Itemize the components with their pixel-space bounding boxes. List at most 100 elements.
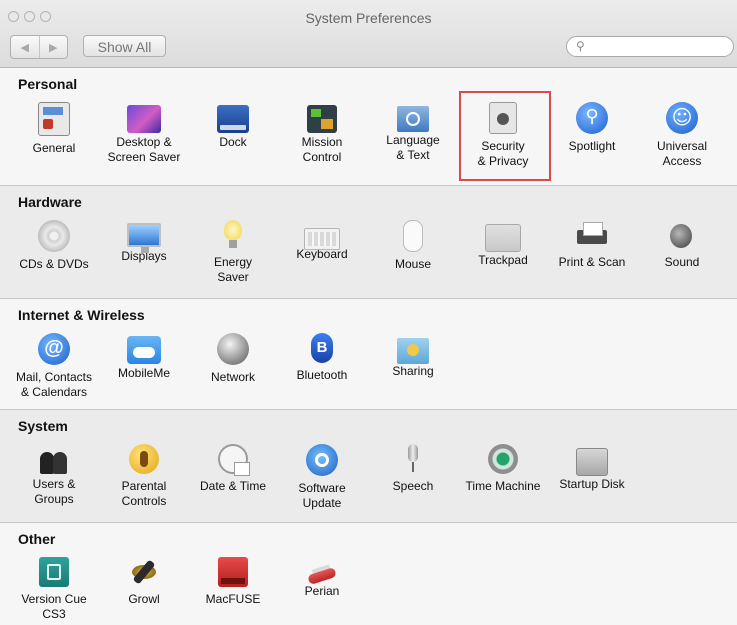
back-button[interactable]: ◀ xyxy=(11,36,39,58)
section-internet-wireless: Internet & Wireless Mail, Contacts & Cal… xyxy=(0,299,737,410)
pref-general[interactable]: General xyxy=(9,102,99,156)
dock-icon xyxy=(217,105,249,133)
mission-control-icon xyxy=(307,105,337,133)
pref-desktop-screen-saver[interactable]: Desktop & Screen Saver xyxy=(99,102,189,165)
pref-perian[interactable]: Perian xyxy=(277,557,367,599)
pref-label: Dock xyxy=(219,135,247,149)
pref-users-groups[interactable]: Users & Groups xyxy=(9,444,99,507)
pref-label: MacFUSE xyxy=(205,592,261,606)
bluetooth-icon xyxy=(311,333,333,363)
pref-label: General xyxy=(32,141,76,155)
pref-label: Version Cue CS3 xyxy=(21,592,87,621)
section-personal: Personal General Desktop & Screen Saver … xyxy=(0,68,737,186)
toolbar: System Preferences ◀ ▶ Show All ⚲ xyxy=(0,0,737,68)
pref-bluetooth[interactable]: Bluetooth xyxy=(277,333,367,383)
sharing-icon xyxy=(397,338,429,364)
pref-label: Network xyxy=(210,370,255,384)
pref-startup-disk[interactable]: Startup Disk xyxy=(547,444,637,492)
mobileme-icon xyxy=(127,336,161,364)
trackpad-icon xyxy=(485,224,521,252)
pref-mission-control[interactable]: Mission Control xyxy=(277,102,367,165)
pref-spotlight[interactable]: Spotlight xyxy=(547,102,637,154)
pref-label: Speech xyxy=(392,479,434,493)
pref-label: CDs & DVDs xyxy=(19,257,89,271)
pref-label: Mail, Contacts & Calendars xyxy=(15,370,93,399)
general-icon xyxy=(38,102,70,136)
pref-label: Sharing xyxy=(392,364,434,378)
section-title: Other xyxy=(18,531,56,547)
pref-print-scan[interactable]: Print & Scan xyxy=(547,220,637,270)
section-title: System xyxy=(18,418,68,434)
desktop-screensaver-icon xyxy=(127,105,161,133)
spotlight-icon xyxy=(576,102,608,134)
section-system: System Users & Groups Parental Controls … xyxy=(0,410,737,523)
network-icon xyxy=(217,333,249,365)
pref-label: MobileMe xyxy=(117,366,171,380)
pref-mail-contacts-calendars[interactable]: Mail, Contacts & Calendars xyxy=(9,333,99,400)
pref-label: Desktop & Screen Saver xyxy=(107,135,181,164)
pref-time-machine[interactable]: Time Machine xyxy=(458,444,548,494)
perian-icon xyxy=(306,565,338,587)
pref-label: Energy Saver xyxy=(213,255,253,284)
growl-icon xyxy=(128,557,160,587)
pref-label: Sound xyxy=(664,255,700,269)
pref-universal-access[interactable]: Universal Access xyxy=(637,102,727,169)
show-all-button[interactable]: Show All xyxy=(83,35,166,57)
pref-sound[interactable]: Sound xyxy=(637,220,727,270)
macfuse-icon xyxy=(218,557,248,587)
pref-label: Users & Groups xyxy=(32,477,76,506)
system-preferences-window: System Preferences ◀ ▶ Show All ⚲ Person… xyxy=(0,0,737,625)
pref-macfuse[interactable]: MacFUSE xyxy=(188,557,278,607)
mouse-icon xyxy=(403,220,423,252)
pref-label: Trackpad xyxy=(478,253,528,267)
pref-date-time[interactable]: Date & Time xyxy=(188,444,278,494)
pref-keyboard[interactable]: Keyboard xyxy=(277,220,367,262)
pref-sharing[interactable]: Sharing xyxy=(368,333,458,379)
cd-dvd-icon xyxy=(38,220,70,252)
pref-label: Startup Disk xyxy=(559,477,625,491)
language-text-icon xyxy=(397,106,429,132)
pref-energy-saver[interactable]: Energy Saver xyxy=(188,220,278,285)
pref-parental-controls[interactable]: Parental Controls xyxy=(99,444,189,509)
security-privacy-icon xyxy=(489,102,517,134)
pref-cds-dvds[interactable]: CDs & DVDs xyxy=(9,220,99,272)
section-title: Hardware xyxy=(18,194,82,210)
window-title: System Preferences xyxy=(305,10,432,26)
forward-button[interactable]: ▶ xyxy=(38,36,68,58)
pref-label: Spotlight xyxy=(568,139,616,153)
microphone-icon xyxy=(406,444,420,474)
pref-mouse[interactable]: Mouse xyxy=(368,220,458,272)
pref-speech[interactable]: Speech xyxy=(368,444,458,494)
printer-icon xyxy=(577,220,607,250)
pref-label: Print & Scan xyxy=(558,255,626,269)
section-other: Other Version Cue CS3 Growl MacFUSE Peri… xyxy=(0,523,737,625)
pref-label: Mouse xyxy=(394,257,432,271)
pref-language-text[interactable]: Language & Text xyxy=(368,102,458,163)
pref-software-update[interactable]: Software Update xyxy=(277,444,367,511)
pref-label: Security & Privacy xyxy=(477,139,529,168)
mail-contacts-icon xyxy=(38,333,70,365)
search-input[interactable]: ⚲ xyxy=(566,36,734,57)
pref-label: Date & Time xyxy=(199,479,267,493)
displays-icon xyxy=(127,223,161,253)
pref-label: Language & Text xyxy=(386,133,440,162)
parental-controls-icon xyxy=(129,444,159,474)
pref-label: Bluetooth xyxy=(296,368,348,382)
pref-security-privacy[interactable]: Security & Privacy xyxy=(458,102,548,169)
date-time-icon xyxy=(218,444,250,476)
section-title: Internet & Wireless xyxy=(18,307,145,323)
pref-label: Time Machine xyxy=(465,479,541,493)
pref-dock[interactable]: Dock xyxy=(188,102,278,150)
pref-version-cue[interactable]: Version Cue CS3 xyxy=(9,557,99,622)
time-machine-icon xyxy=(488,444,518,474)
pref-mobileme[interactable]: MobileMe xyxy=(99,333,189,381)
startup-disk-icon xyxy=(576,448,608,476)
universal-access-icon xyxy=(666,102,698,134)
search-icon: ⚲ xyxy=(576,39,585,53)
speaker-icon xyxy=(668,220,696,250)
pref-network[interactable]: Network xyxy=(188,333,278,385)
pref-trackpad[interactable]: Trackpad xyxy=(458,220,548,268)
pref-displays[interactable]: Displays xyxy=(99,220,189,264)
section-hardware: Hardware CDs & DVDs Displays Energy Save… xyxy=(0,186,737,299)
pref-growl[interactable]: Growl xyxy=(99,557,189,607)
